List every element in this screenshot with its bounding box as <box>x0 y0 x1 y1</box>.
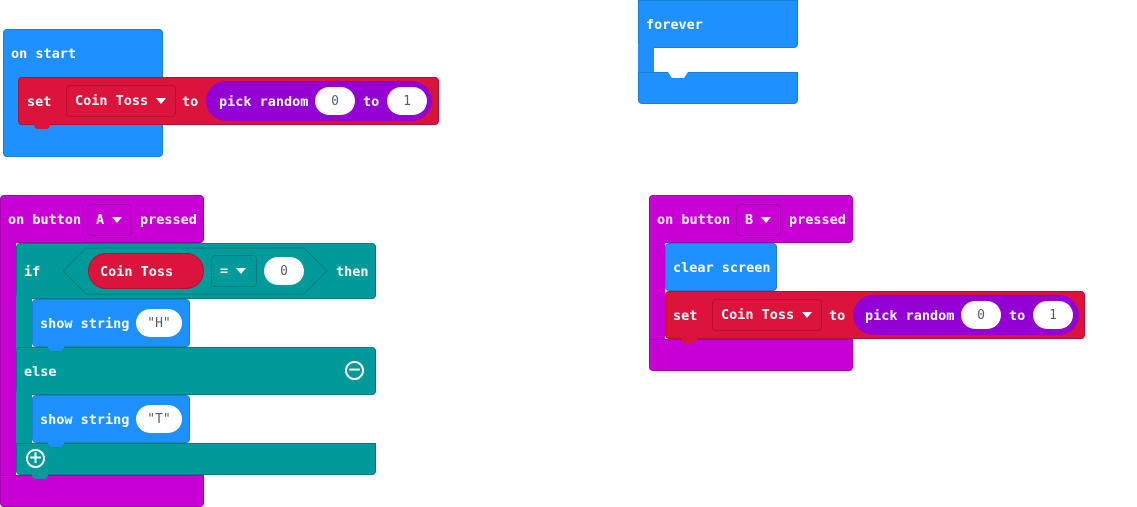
button-b-dropdown[interactable]: B <box>736 204 781 236</box>
string-t-input[interactable]: "T" <box>136 405 182 433</box>
clear-screen-label: clear screen <box>673 260 771 276</box>
variable-dropdown[interactable]: Coin Toss <box>66 85 176 117</box>
set-block-tab <box>34 124 50 129</box>
pick-random-label: pick random <box>865 308 955 324</box>
compare-value-input[interactable]: 0 <box>264 257 304 285</box>
condition-variable: Coin Toss <box>100 264 174 280</box>
button-b-spine <box>649 240 665 340</box>
random-max-input[interactable]: 1 <box>387 87 427 115</box>
show-string-tab <box>48 346 64 351</box>
plus-circle-icon[interactable]: + <box>26 449 45 468</box>
pick-random-label: pick random <box>219 94 309 110</box>
forever-label: forever <box>646 17 703 33</box>
if-spine-2 <box>16 392 32 446</box>
show-string-tab <box>48 442 64 447</box>
random-max-input[interactable]: 1 <box>1033 301 1073 329</box>
else-bar[interactable] <box>16 347 376 395</box>
caret-down-icon <box>236 268 247 274</box>
pressed-label: pressed <box>140 212 197 228</box>
set-label: set <box>673 308 698 324</box>
random-min-value: 0 <box>977 307 985 323</box>
set-block-tab <box>681 338 697 343</box>
show-string-label: show string <box>40 316 130 332</box>
string-h-value: "H" <box>147 315 171 331</box>
else-label: else <box>24 364 57 380</box>
if-label: if <box>24 264 41 280</box>
caret-down-icon <box>802 312 813 318</box>
if-footer[interactable] <box>16 443 376 475</box>
on-start-label: on start <box>11 46 77 62</box>
button-a-dropdown[interactable]: A <box>87 204 132 236</box>
compare-value: 0 <box>280 263 288 279</box>
set-to-label: to <box>829 308 846 324</box>
button-a-footer <box>0 475 204 507</box>
random-max-value: 1 <box>1049 307 1057 323</box>
if-block-tab <box>32 474 48 479</box>
string-h-input[interactable]: "H" <box>136 309 182 337</box>
on-button-label: on button <box>8 212 82 228</box>
caret-down-icon <box>761 217 772 223</box>
pressed-label: pressed <box>789 212 846 228</box>
forever-empty-slot <box>654 48 704 78</box>
random-to-label: to <box>1009 308 1026 324</box>
random-to-label: to <box>363 94 380 110</box>
operator-value: = <box>220 263 229 279</box>
button-a-value: A <box>96 212 105 228</box>
show-string-label: show string <box>40 412 130 428</box>
random-min-input[interactable]: 0 <box>961 301 1001 329</box>
caret-down-icon <box>112 217 123 223</box>
button-b-value: B <box>745 212 754 228</box>
button-a-spine <box>0 240 16 480</box>
variable-name: Coin Toss <box>75 93 149 109</box>
random-min-value: 0 <box>331 93 339 109</box>
caret-down-icon <box>156 98 167 104</box>
button-b-footer <box>649 339 853 371</box>
string-t-value: "T" <box>147 411 171 427</box>
variable-dropdown[interactable]: Coin Toss <box>712 299 822 331</box>
random-min-input[interactable]: 0 <box>315 87 355 115</box>
if-spine-1 <box>16 296 32 350</box>
on-button-label: on button <box>657 212 731 228</box>
minus-circle-icon[interactable]: − <box>345 361 364 380</box>
set-label: set <box>27 94 52 110</box>
forever-spine <box>638 46 654 74</box>
operator-dropdown[interactable]: = <box>211 255 257 287</box>
variable-name: Coin Toss <box>721 307 795 323</box>
set-to-label: to <box>182 94 199 110</box>
random-max-value: 1 <box>403 93 411 109</box>
then-label: then <box>336 264 369 280</box>
